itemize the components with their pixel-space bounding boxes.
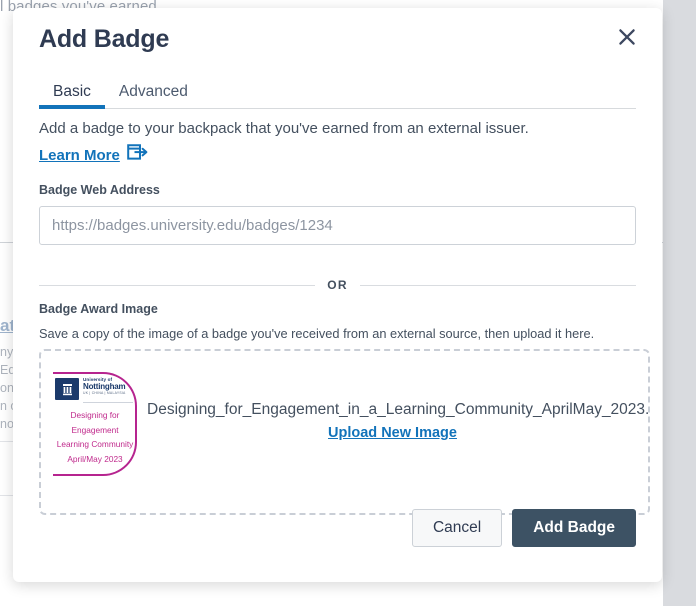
cancel-button[interactable]: Cancel [411, 509, 503, 547]
nottingham-crest-icon [55, 378, 79, 400]
uploaded-file-name: Designing_for_Engagement_in_a_Learning_C… [147, 401, 648, 418]
close-icon [617, 27, 637, 47]
external-link-icon [127, 144, 148, 166]
badge-line: April/May 2023 [67, 453, 123, 464]
modal-description: Add a badge to your backpack that you've… [39, 120, 529, 137]
badge-logo-text: University of Nottingham UK | CHINA | MA… [83, 377, 135, 396]
badge-web-address-input[interactable] [39, 206, 636, 245]
divider-line-right [359, 284, 636, 286]
add-badge-modal: Add Badge Basic Advanced Add a badge to … [13, 8, 662, 582]
or-label: OR [327, 278, 348, 292]
divider-line-left [39, 284, 316, 286]
upload-new-image-link[interactable]: Upload New Image [328, 425, 457, 441]
badge-logo-campuses: UK | CHINA | MALAYSIA [83, 391, 126, 396]
modal-title: Add Badge [39, 25, 170, 53]
image-dropzone[interactable]: University of Nottingham UK | CHINA | MA… [39, 349, 650, 515]
badge-award-image-help: Save a copy of the image of a badge you'… [39, 326, 595, 341]
badge-preview-image: University of Nottingham UK | CHINA | MA… [53, 372, 137, 476]
badge-preview-text: Designing for Engagement Learning Commun… [56, 408, 134, 466]
badge-award-image-label: Badge Award Image [39, 302, 158, 316]
close-button[interactable] [612, 22, 642, 52]
learn-more-link[interactable]: Learn More [39, 147, 120, 164]
tab-advanced[interactable]: Advanced [105, 83, 202, 109]
badge-logo-name: Nottingham [83, 381, 126, 391]
badge-line: Learning Community [56, 439, 134, 449]
learn-more-row: Learn More [39, 144, 148, 166]
modal-tabs: Basic Advanced [39, 71, 636, 109]
modal-footer: Cancel Add Badge [411, 509, 636, 547]
tab-basic[interactable]: Basic [39, 83, 105, 109]
badge-line: Designing for [70, 410, 120, 420]
uploaded-file-area: Designing_for_Engagement_in_a_Learning_C… [137, 401, 648, 442]
badge-logo-rule [83, 402, 133, 403]
add-badge-button[interactable]: Add Badge [512, 509, 636, 547]
badge-line: Engagement [71, 424, 119, 435]
badge-web-address-label: Badge Web Address [39, 183, 160, 197]
or-divider: OR [39, 278, 636, 292]
